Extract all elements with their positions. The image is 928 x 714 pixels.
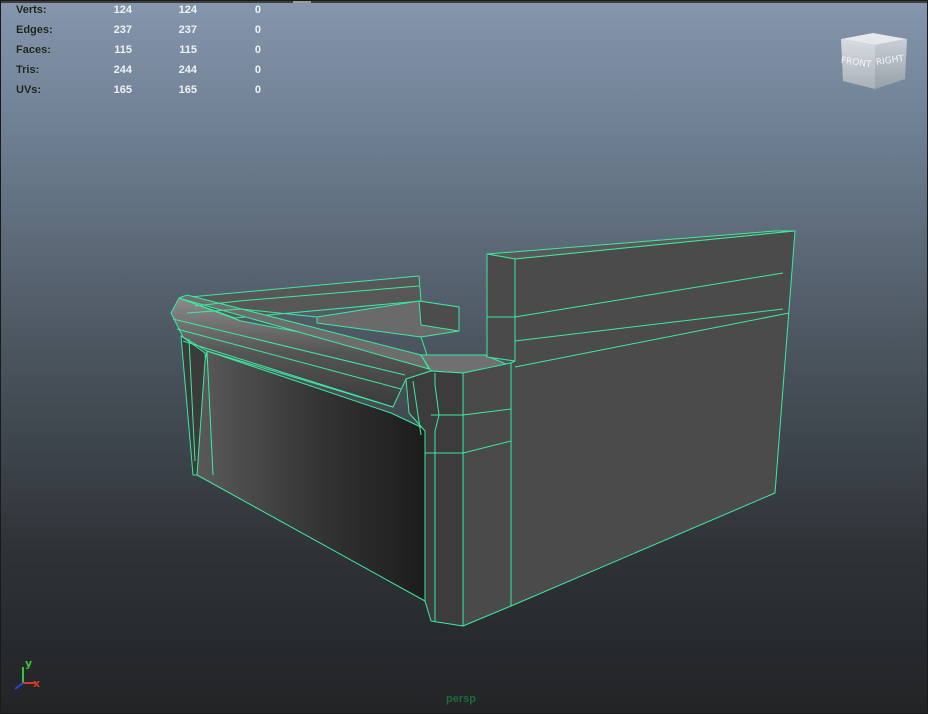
backrest-end-face[interactable] [486,253,516,362]
x-axis-label: x [33,677,40,690]
sofa-mesh[interactable] [1,1,928,714]
mesh-edge [420,336,428,356]
3d-viewport[interactable]: Verts: 124 124 0 Edges: 237 237 0 Faces:… [0,0,928,714]
backrest-back-face[interactable] [510,230,796,607]
corner-block-side[interactable] [462,362,512,627]
y-axis-label: y [25,657,32,670]
z-axis-line [14,682,24,690]
camera-name-label: persp [446,693,476,705]
axis-gizmo: y x [14,657,40,690]
